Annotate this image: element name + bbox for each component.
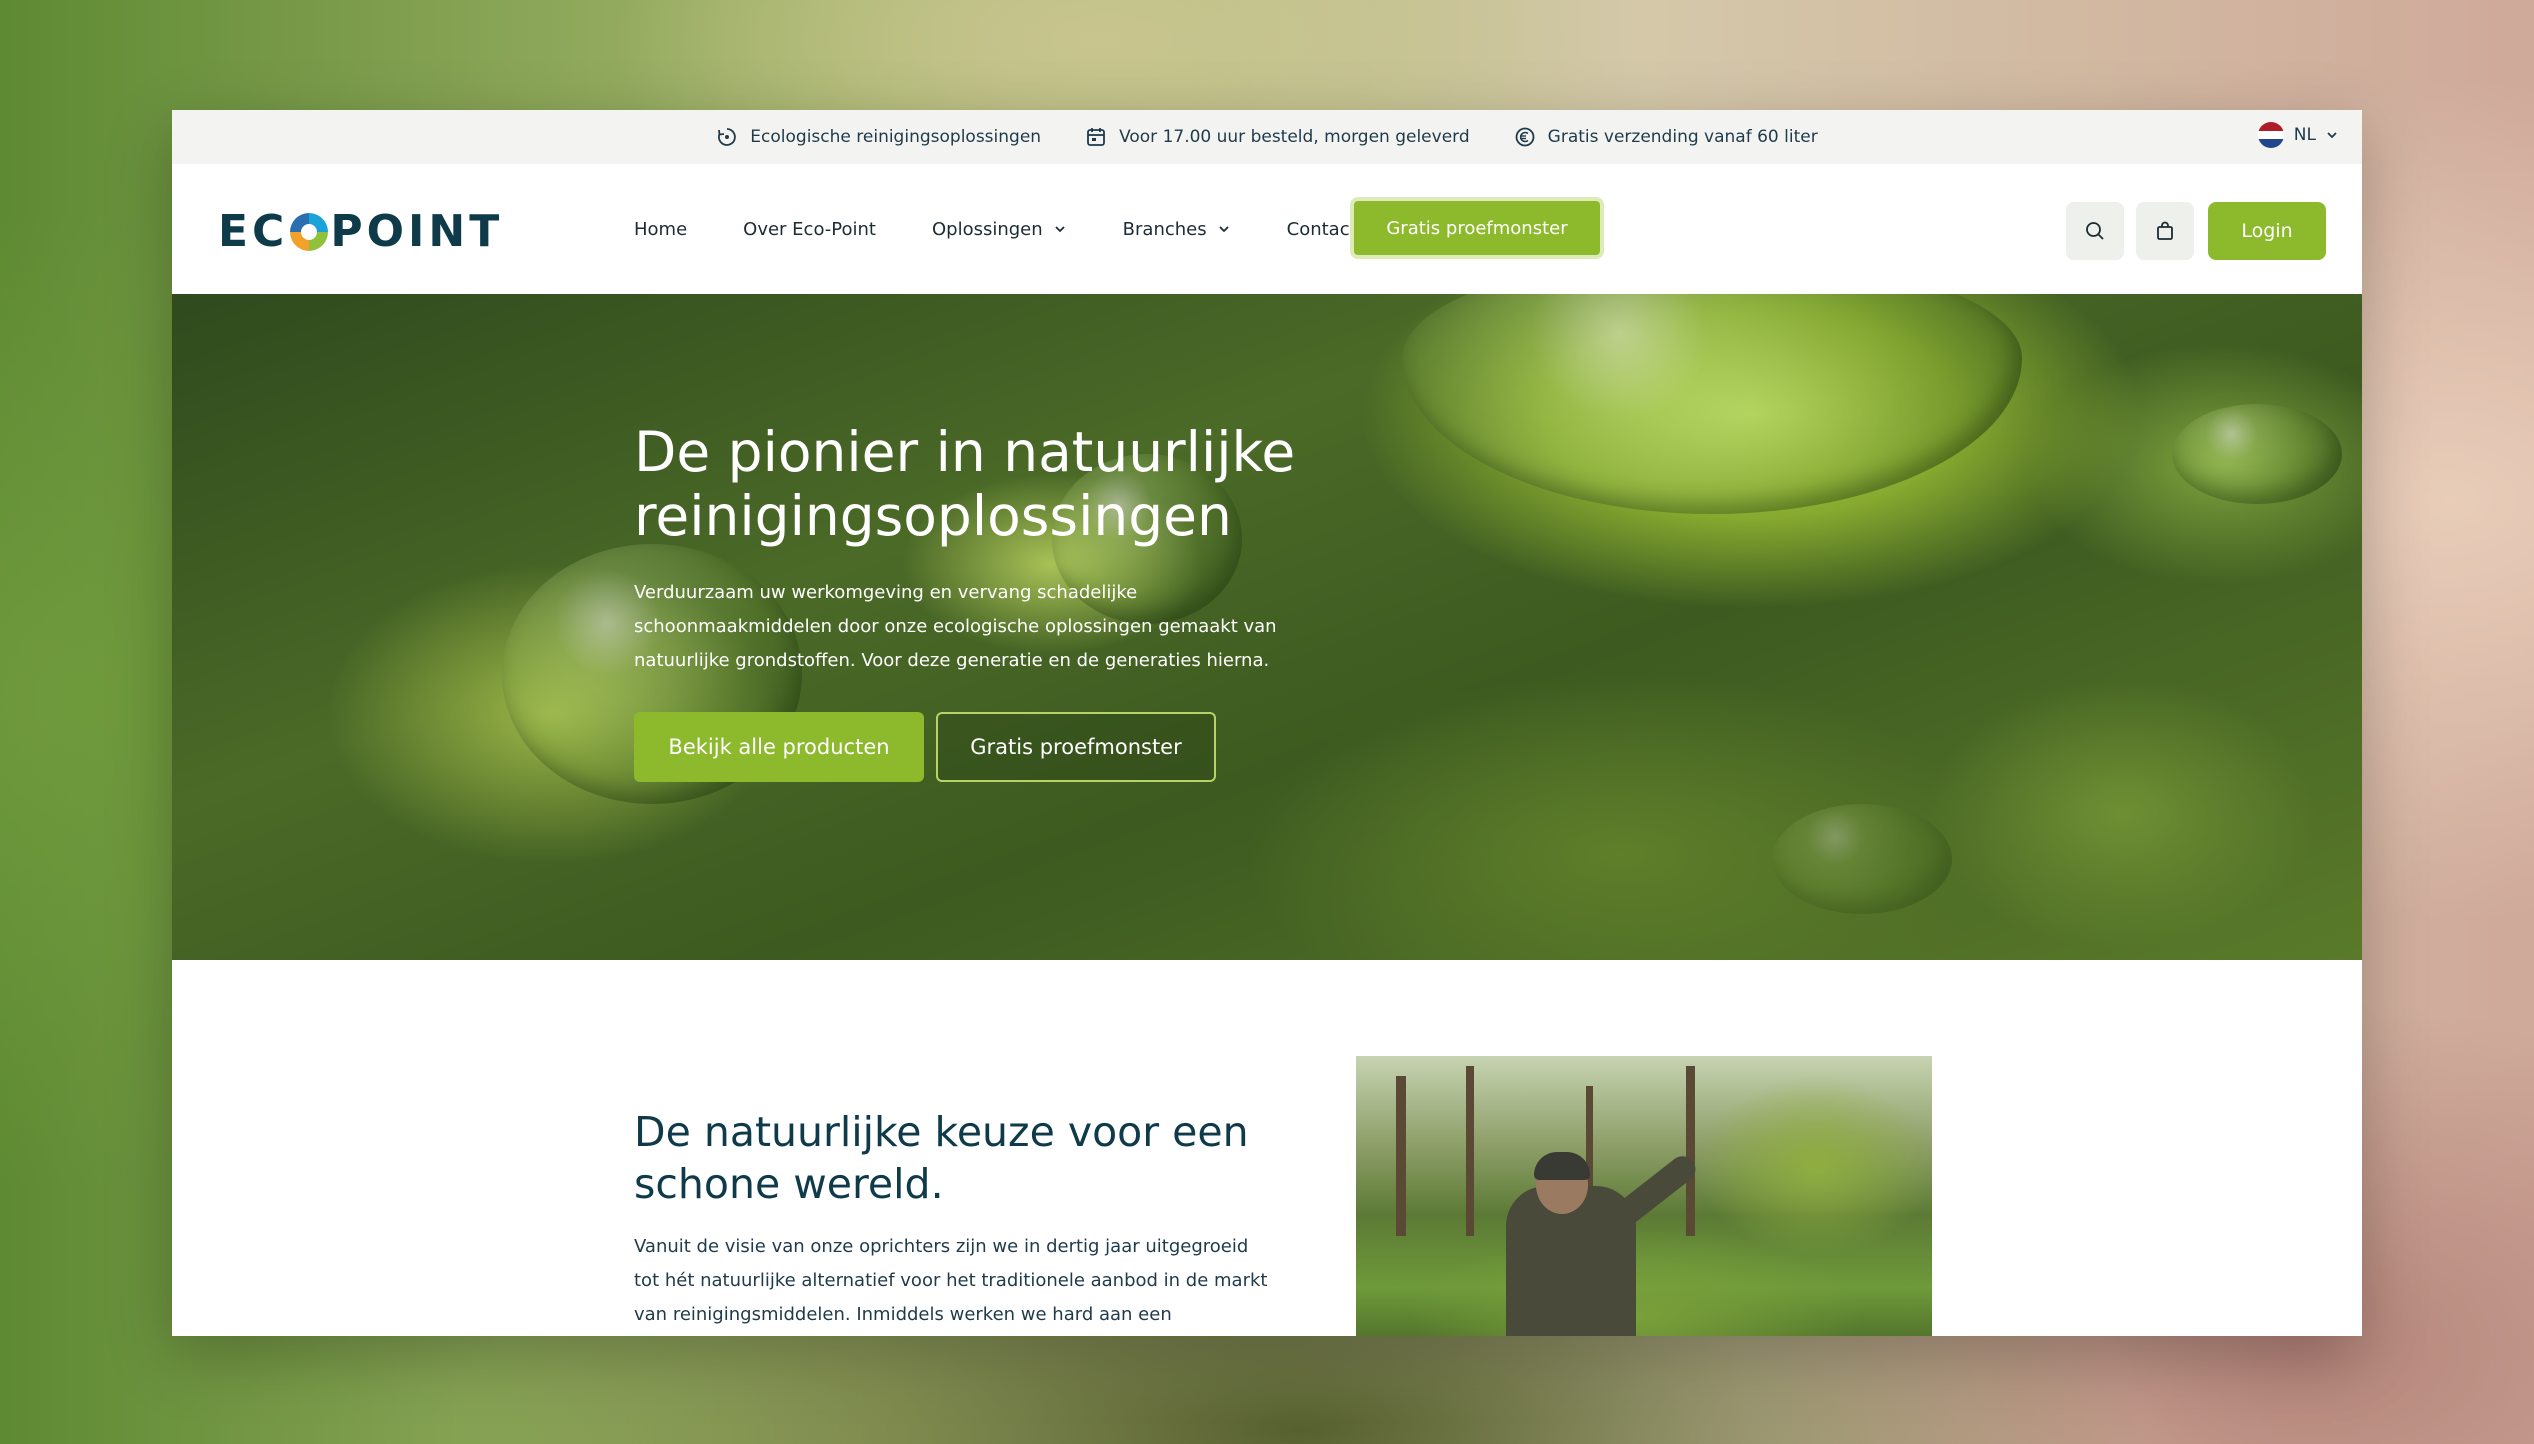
site-header: EC POINT Home Over Eco-Point Oplossingen… bbox=[172, 164, 2362, 294]
about-text: Vanuit de visie van onze oprichters zijn… bbox=[634, 1236, 1268, 1325]
hero-droplet-decoration bbox=[1772, 804, 1952, 914]
about-title: De natuurlijke keuze voor een schone wer… bbox=[634, 1108, 1249, 1208]
netherlands-flag-icon bbox=[2257, 122, 2284, 148]
person-hair bbox=[1534, 1152, 1590, 1180]
hero-content: De pionier in natuurlijke reinigingsoplo… bbox=[634, 420, 1334, 782]
usp-text: Gratis verzending vanaf 60 liter bbox=[1547, 127, 1818, 147]
shopping-bag-icon bbox=[2157, 221, 2173, 240]
nav-label: Oplossingen bbox=[931, 218, 1043, 240]
logo-o-icon bbox=[290, 212, 329, 251]
language-selector[interactable]: NL bbox=[2257, 122, 2340, 148]
tree-trunk-decoration bbox=[1466, 1066, 1474, 1236]
usp-text: Voor 17.00 uur besteld, morgen geleverd bbox=[1119, 127, 1470, 147]
language-code: NL bbox=[2293, 125, 2316, 145]
nav-item-oplossingen[interactable]: Oplossingen bbox=[932, 219, 1067, 240]
nav-label: Home bbox=[634, 218, 688, 240]
hero-buttons: Bekijk alle producten Gratis proefmonste… bbox=[634, 712, 1334, 782]
login-button[interactable]: Login bbox=[2208, 202, 2326, 260]
euro-circle-icon bbox=[1515, 127, 1535, 147]
cart-button[interactable] bbox=[2136, 202, 2194, 260]
logo-text-right: POINT bbox=[330, 206, 504, 257]
usp-text: Ecologische reinigingsoplossingen bbox=[750, 127, 1042, 147]
nav-item-contact[interactable]: Contact bbox=[1287, 219, 1357, 240]
hero-title: De pionier in natuurlijke reinigingsoplo… bbox=[634, 420, 1296, 548]
chevron-down-icon bbox=[1218, 226, 1229, 233]
usp-item-shipping: Gratis verzending vanaf 60 liter bbox=[1514, 126, 1818, 148]
nav-label: Branches bbox=[1122, 218, 1207, 240]
usp-item-ecological: Ecologische reinigingsoplossingen bbox=[716, 126, 1041, 148]
tree-trunk-decoration bbox=[1396, 1076, 1406, 1236]
recycle-icon bbox=[718, 128, 737, 146]
main-nav: Home Over Eco-Point Oplossingen Branches… bbox=[634, 164, 1413, 294]
usp-bar: Ecologische reinigingsoplossingen Voor 1… bbox=[172, 110, 2362, 164]
view-all-products-button[interactable]: Bekijk alle producten bbox=[634, 712, 924, 782]
hero-droplet-decoration bbox=[1402, 294, 2022, 514]
usp-item-delivery: Voor 17.00 uur besteld, morgen geleverd bbox=[1085, 126, 1470, 148]
founder-in-forest-photo bbox=[1356, 1056, 1932, 1336]
nav-item-home[interactable]: Home bbox=[634, 219, 687, 240]
nav-label: Contact bbox=[1286, 218, 1357, 240]
delivery-calendar-icon bbox=[1087, 128, 1105, 146]
chevron-down-icon bbox=[2327, 132, 2337, 139]
free-sample-button[interactable]: Gratis proefmonster bbox=[1350, 197, 1604, 259]
search-icon bbox=[2086, 222, 2104, 240]
nav-item-branches[interactable]: Branches bbox=[1123, 219, 1231, 240]
nav-item-over-eco-point[interactable]: Over Eco-Point bbox=[743, 219, 876, 240]
hero-free-sample-button[interactable]: Gratis proefmonster bbox=[936, 712, 1216, 782]
browser-window: Ecologische reinigingsoplossingen Voor 1… bbox=[172, 110, 2362, 1336]
nav-label: Over Eco-Point bbox=[743, 218, 876, 240]
hero-text: Verduurzaam uw werkomgeving en vervang s… bbox=[634, 582, 1277, 671]
logo-text-left: EC bbox=[218, 206, 289, 257]
ecopoint-logo[interactable]: EC POINT bbox=[218, 206, 503, 257]
about-section: De natuurlijke keuze voor een schone wer… bbox=[172, 960, 2362, 1336]
tree-trunk-decoration bbox=[1686, 1066, 1695, 1236]
search-button[interactable] bbox=[2066, 202, 2124, 260]
chevron-down-icon bbox=[1055, 226, 1065, 233]
hero-droplet-decoration bbox=[2172, 404, 2342, 504]
hero-section: De pionier in natuurlijke reinigingsoplo… bbox=[172, 294, 2362, 960]
